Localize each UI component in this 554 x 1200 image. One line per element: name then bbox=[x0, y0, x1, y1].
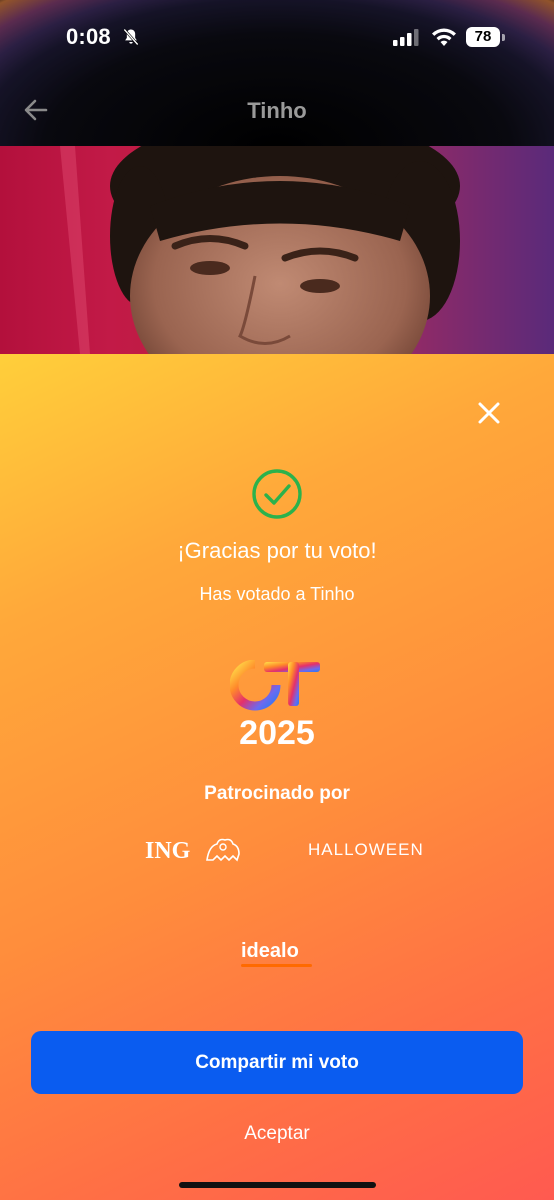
status-bar: 0:08 78 bbox=[0, 0, 554, 74]
battery-indicator: 78 bbox=[466, 27, 506, 47]
ing-logo-text: ING bbox=[145, 838, 191, 864]
idealo-sponsor-logo: idealo bbox=[241, 940, 299, 962]
ing-sponsor-logo: ING bbox=[145, 836, 245, 866]
lion-icon bbox=[206, 838, 240, 862]
idealo-underline bbox=[241, 964, 312, 967]
vote-confirmation-sheet: ¡Gracias por tu voto! Has votado a Tinho… bbox=[0, 354, 554, 1200]
thanks-heading: ¡Gracias por tu voto! bbox=[177, 538, 377, 563]
contestant-photo bbox=[0, 146, 554, 354]
success-check-icon bbox=[252, 469, 302, 519]
sponsored-by-label: Patrocinado por bbox=[204, 783, 350, 804]
ot-logo-year: 2025 bbox=[239, 714, 315, 750]
halloween-sponsor-logo: HALLOWEEN bbox=[308, 840, 424, 859]
share-vote-button[interactable]: Compartir mi voto bbox=[31, 1031, 523, 1094]
voted-for-text: Has votado a Tinho bbox=[199, 584, 355, 604]
cellular-signal-icon bbox=[393, 29, 419, 46]
navigation-bar: Tinho bbox=[0, 86, 554, 136]
close-icon[interactable] bbox=[476, 400, 502, 426]
bell-muted-icon bbox=[123, 28, 139, 46]
home-indicator[interactable] bbox=[179, 1182, 376, 1188]
battery-level: 78 bbox=[466, 27, 500, 47]
accept-button[interactable]: Aceptar bbox=[0, 1123, 554, 1145]
ot-2025-logo: 2025 bbox=[230, 660, 320, 750]
wifi-icon bbox=[432, 28, 456, 46]
status-time: 0:08 bbox=[66, 24, 111, 49]
page-title: Tinho bbox=[247, 98, 307, 123]
